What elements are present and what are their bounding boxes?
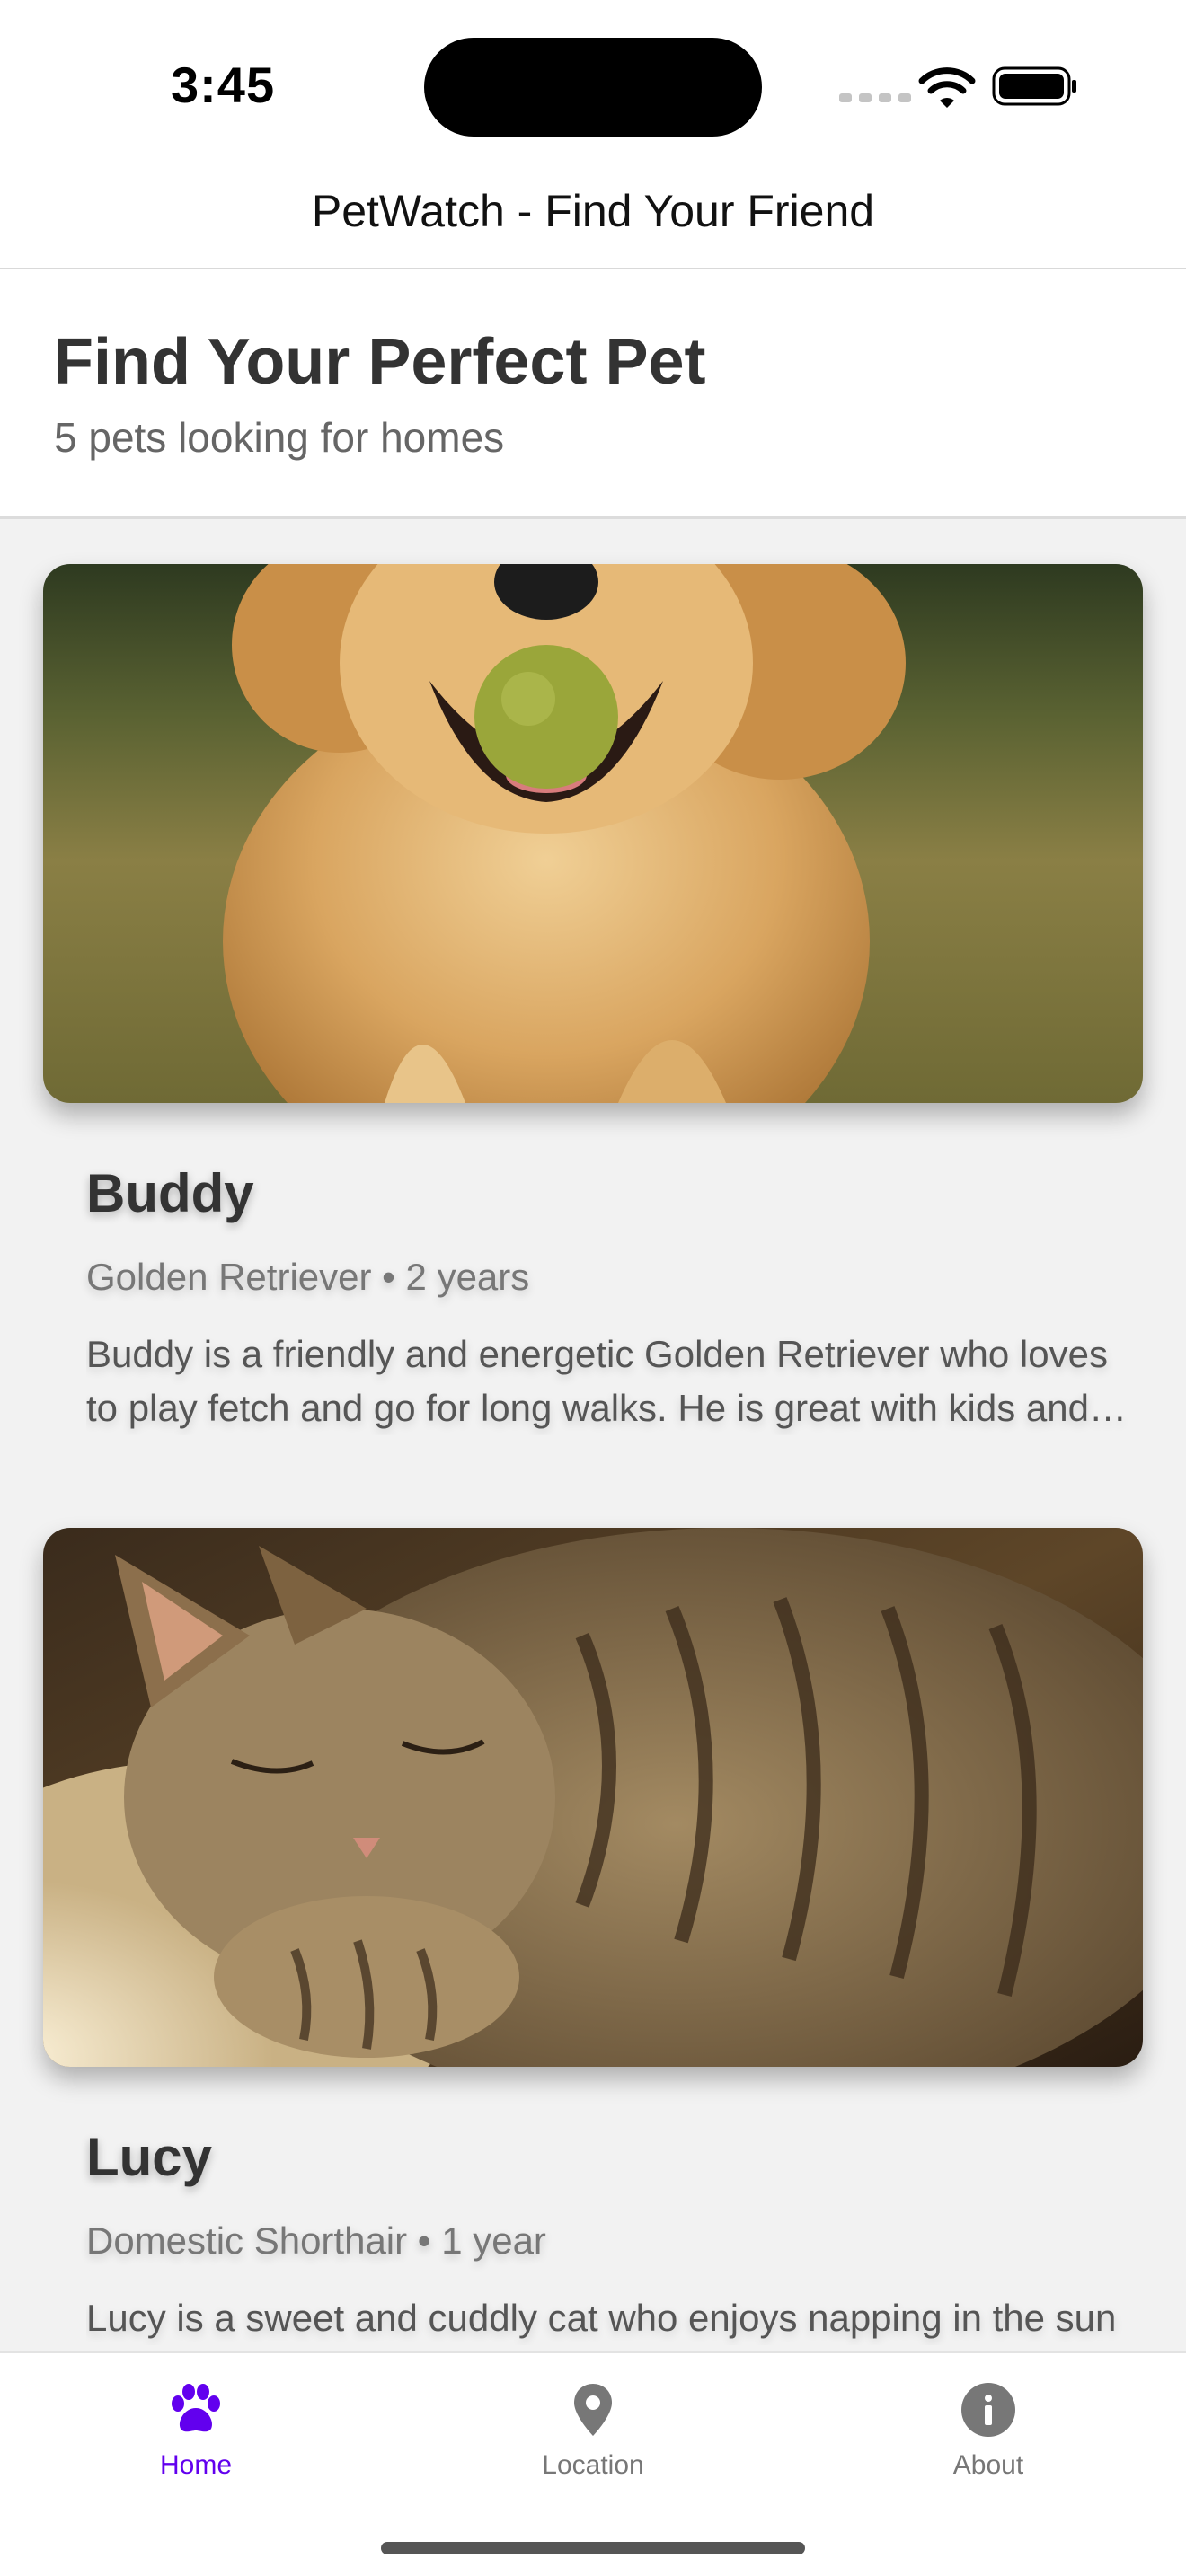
- wifi-icon: [918, 67, 976, 108]
- paw-icon: [172, 2384, 220, 2432]
- info-icon: [961, 2383, 1015, 2437]
- tab-location[interactable]: Location: [485, 2378, 701, 2481]
- pet-description: Buddy is a friendly and energetic Golden…: [86, 1333, 1108, 1429]
- tab-label: About: [952, 2450, 1024, 2480]
- tab-label: Location: [542, 2450, 644, 2480]
- pet-breed-age: Domestic Shorthair • 1 year: [86, 2219, 546, 2263]
- pet-description: Lucy is a sweet and cuddly cat who enjoy…: [86, 2297, 1117, 2339]
- tab-label: Home: [159, 2450, 233, 2480]
- battery-icon: [992, 66, 1076, 106]
- intro-section: Find Your Perfect Pet 5 pets looking for…: [0, 269, 1186, 519]
- status-bar: 3:45: [0, 0, 1186, 162]
- pet-name: Buddy: [86, 1163, 254, 1223]
- pet-breed: Golden Retriever: [86, 1256, 372, 1298]
- pet-age: 2 years: [405, 1256, 530, 1298]
- map-pin-icon: [574, 2384, 612, 2436]
- cellular-signal-icon: [839, 93, 911, 102]
- meta-separator: •: [382, 1256, 395, 1298]
- meta-separator: •: [417, 2219, 431, 2262]
- navigation-header: PetWatch - Find Your Friend: [0, 162, 1186, 269]
- pet-card-buddy[interactable]: Buddy Golden Retriever • 2 years Buddy i…: [43, 564, 1143, 1429]
- pet-card-lucy[interactable]: Lucy Domestic Shorthair • 1 year Lucy is…: [43, 1528, 1143, 2339]
- tab-home[interactable]: Home: [88, 2378, 304, 2481]
- dynamic-island: [424, 38, 762, 137]
- pet-breed-age: Golden Retriever • 2 years: [86, 1256, 529, 1299]
- status-time: 3:45: [171, 57, 276, 113]
- home-indicator[interactable]: [381, 2542, 805, 2554]
- tabby-cat-photo: [43, 1528, 1143, 2067]
- pet-list[interactable]: Buddy Golden Retriever • 2 years Buddy i…: [0, 522, 1186, 2351]
- section-title: Find Your Perfect Pet: [54, 326, 706, 398]
- golden-retriever-photo: [43, 564, 1143, 1103]
- pet-name: Lucy: [86, 2127, 213, 2187]
- tab-about[interactable]: About: [881, 2378, 1096, 2481]
- pet-age: 1 year: [441, 2219, 546, 2262]
- page-title: PetWatch - Find Your Friend: [311, 186, 875, 236]
- bottom-tab-bar: Home Location About: [0, 2351, 1186, 2576]
- app-screen: 3:45 PetWatch - Find Your Friend Find Yo…: [0, 0, 1186, 2576]
- pet-count-subtitle: 5 pets looking for homes: [54, 414, 505, 461]
- pet-breed: Domestic Shorthair: [86, 2219, 408, 2262]
